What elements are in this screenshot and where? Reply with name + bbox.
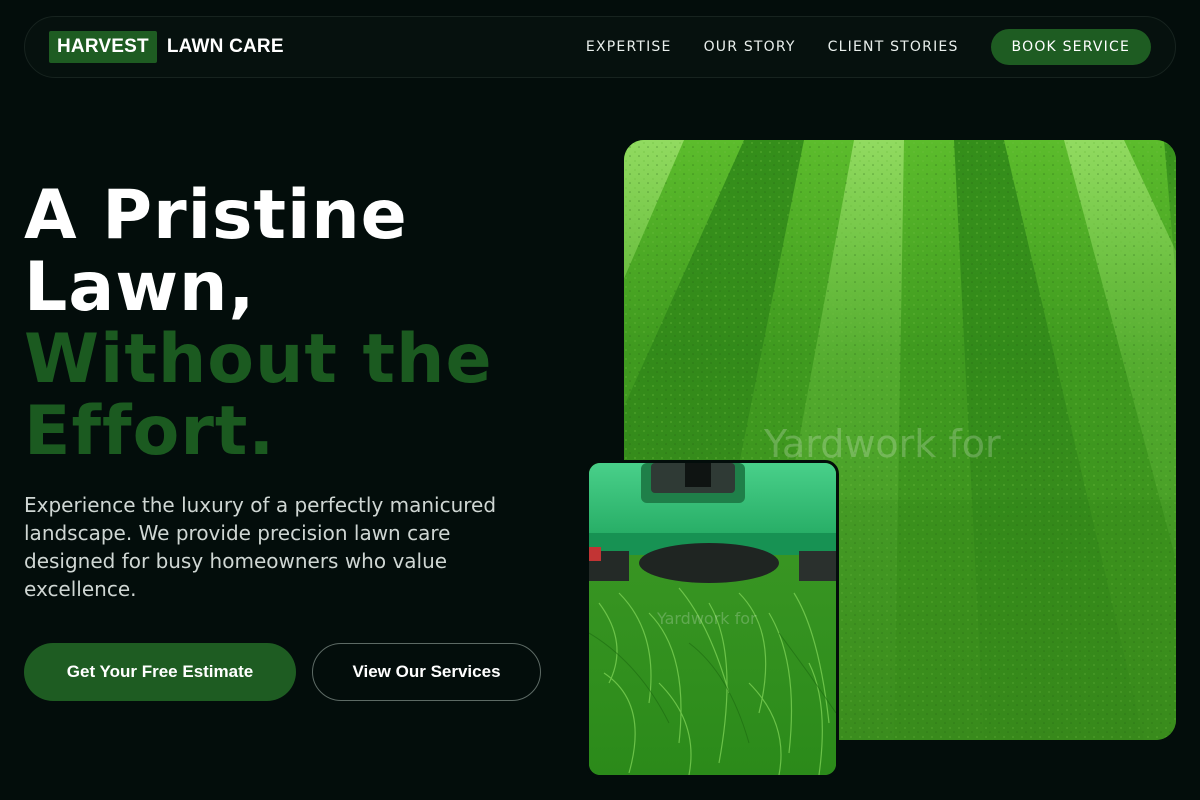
view-services-button[interactable]: View Our Services: [312, 643, 541, 701]
free-estimate-button[interactable]: Get Your Free Estimate: [24, 643, 296, 701]
book-service-button[interactable]: BOOK SERVICE: [990, 29, 1151, 65]
small-image-watermark: Yardwork for: [657, 609, 757, 628]
top-nav: HARVEST LAWN CARE EXPERTISE OUR STORY CL…: [24, 16, 1176, 78]
hero-headline: A Pristine Lawn, Without the Effort.: [24, 180, 584, 468]
nav-links: EXPERTISE OUR STORY CLIENT STORIES BOOK …: [586, 29, 1151, 65]
brand-logo[interactable]: HARVEST LAWN CARE: [49, 31, 284, 63]
hero-description: Experience the luxury of a perfectly man…: [24, 493, 497, 601]
nav-link-client-stories[interactable]: CLIENT STORIES: [828, 39, 959, 55]
nav-link-expertise[interactable]: EXPERTISE: [586, 39, 672, 55]
brand-badge: HARVEST: [49, 31, 157, 63]
nav-link-our-story[interactable]: OUR STORY: [704, 39, 796, 55]
headline-line-1: A Pristine: [24, 176, 408, 255]
headline-line-3: Without the: [24, 320, 493, 399]
brand-name: LAWN CARE: [166, 36, 284, 57]
headline-line-2: Lawn,: [24, 248, 256, 327]
headline-line-4: Effort.: [24, 392, 276, 471]
mower-image: Yardwork for: [586, 460, 839, 778]
